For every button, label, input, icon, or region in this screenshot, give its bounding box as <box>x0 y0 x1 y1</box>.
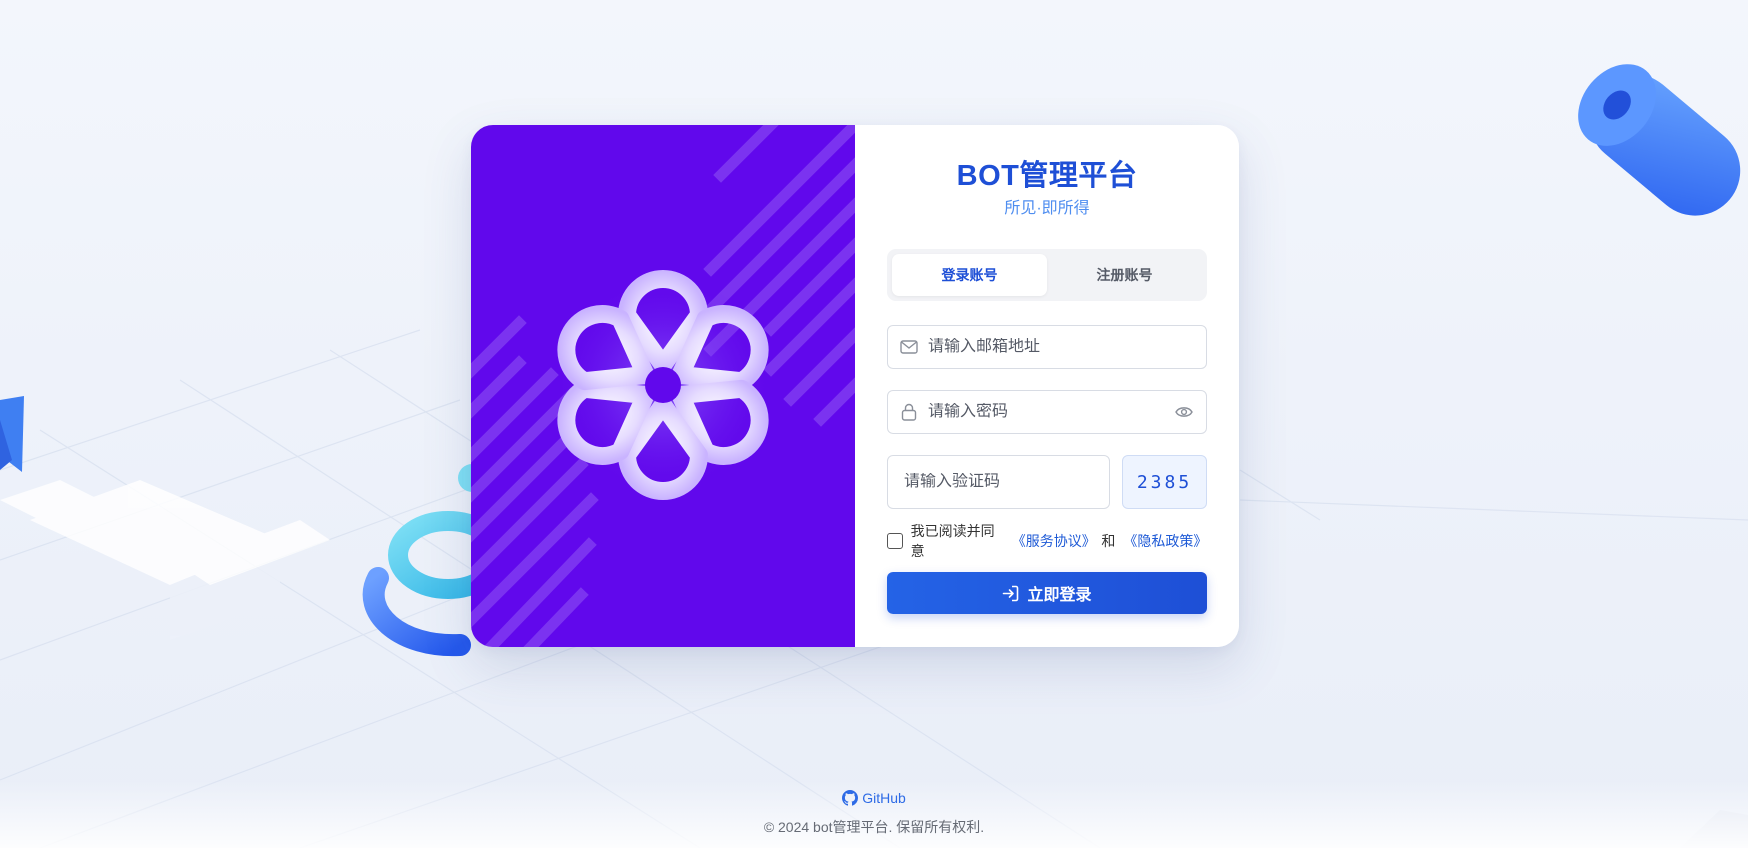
brand-subtitle: 所见·即所得 <box>1004 200 1090 217</box>
brand-panel <box>471 125 855 647</box>
footer: GitHub © 2024 bot管理平台. 保留所有权利. <box>0 790 1748 837</box>
captcha-row: 2385 <box>887 455 1207 509</box>
flower-logo <box>553 270 773 500</box>
captcha-field <box>887 455 1111 509</box>
password-input[interactable] <box>928 403 1174 421</box>
mail-icon <box>900 338 918 356</box>
login-card: BOT管理平台 所见·即所得 登录账号 注册账号 2385 <box>471 125 1239 647</box>
login-button[interactable]: 立即登录 <box>887 572 1207 614</box>
brand-title: BOT管理平台 <box>956 160 1138 192</box>
lock-icon <box>900 403 918 421</box>
password-field <box>887 390 1207 434</box>
tab-login[interactable]: 登录账号 <box>892 254 1047 296</box>
login-button-label: 立即登录 <box>1027 587 1092 604</box>
auth-tabs: 登录账号 注册账号 <box>887 249 1207 301</box>
agreement-row: 我已阅读并同意 《服务协议》 和 《隐私政策》 <box>887 523 1207 559</box>
agreement-checkbox[interactable] <box>887 533 903 549</box>
captcha-image[interactable]: 2385 <box>1122 455 1207 509</box>
eye-icon[interactable] <box>1174 402 1194 422</box>
agreement-text: 我已阅读并同意 <box>910 523 995 559</box>
github-label: GitHub <box>862 790 906 806</box>
agreement-and: 和 <box>1101 533 1116 549</box>
captcha-input[interactable] <box>904 473 1111 491</box>
login-form-panel: BOT管理平台 所见·即所得 登录账号 注册账号 2385 <box>855 125 1239 647</box>
github-link[interactable]: GitHub <box>842 790 906 806</box>
github-icon <box>842 790 859 806</box>
email-field <box>887 325 1207 369</box>
email-input[interactable] <box>928 338 1194 356</box>
privacy-policy-link[interactable]: 《隐私政策》 <box>1123 531 1207 551</box>
brand-illustration <box>471 125 855 647</box>
tab-register[interactable]: 注册账号 <box>1047 254 1202 296</box>
login-icon <box>1002 585 1019 602</box>
service-agreement-link[interactable]: 《服务协议》 <box>1012 531 1096 551</box>
copyright: © 2024 bot管理平台. 保留所有权利. <box>763 819 985 835</box>
